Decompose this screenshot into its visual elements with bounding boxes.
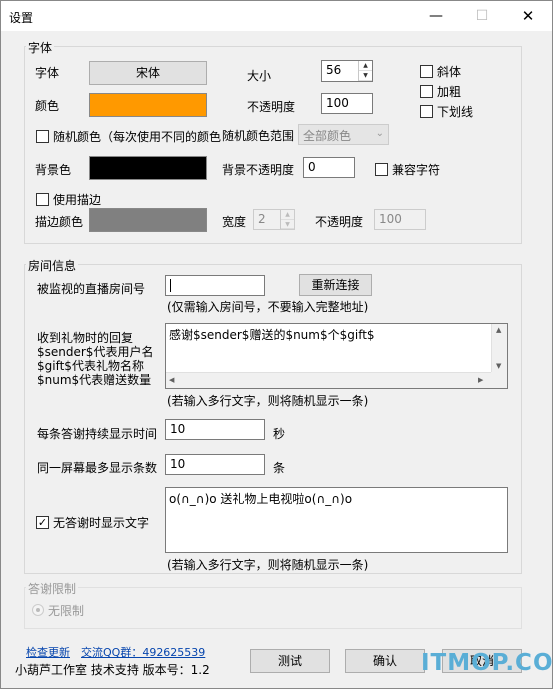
scroll-up-icon[interactable]: ▲ xyxy=(496,326,501,334)
underline-checkbox[interactable] xyxy=(420,105,433,118)
room-id-hint: (仅需输入房间号，不要输入完整地址) xyxy=(167,300,369,314)
font-color-swatch[interactable] xyxy=(89,93,207,117)
duration-label: 每条答谢持续显示时间 xyxy=(37,427,158,441)
text-cursor xyxy=(170,279,171,292)
italic-checkbox[interactable] xyxy=(420,65,433,78)
random-color-checkbox[interactable] xyxy=(36,130,49,143)
gift-reply-label-line: $num$代表赠送数量 xyxy=(37,373,152,387)
font-label: 字体 xyxy=(35,66,60,80)
vertical-scrollbar[interactable]: ▲ ▼ xyxy=(491,324,507,374)
use-stroke-checkbox[interactable] xyxy=(36,193,49,206)
stroke-width-label: 宽度 xyxy=(222,215,247,229)
use-stroke-label: 使用描边 xyxy=(53,193,102,207)
watermark-logo: ITMOP.COM xyxy=(421,650,553,676)
spin-up-icon: ▲ xyxy=(281,210,294,220)
size-stepper[interactable]: 56 ▲ ▼ xyxy=(321,60,373,82)
horizontal-scrollbar[interactable]: ◀ ▶ xyxy=(166,372,491,388)
idle-text-value: o(∩_∩)o 送礼物上电视啦o(∩_∩)o xyxy=(169,492,353,506)
stroke-opacity-label: 不透明度 xyxy=(315,215,364,229)
test-button[interactable]: 测试 xyxy=(250,649,330,673)
close-icon[interactable]: ✕ xyxy=(505,1,551,31)
idle-text-checkbox[interactable]: ✓ xyxy=(36,516,49,529)
duration-unit: 秒 xyxy=(273,427,286,441)
unlimited-radio xyxy=(32,604,44,616)
spin-up-icon[interactable]: ▲ xyxy=(359,61,372,71)
stroke-width-stepper: 2 ▲ ▼ xyxy=(253,209,295,230)
gift-reply-textarea[interactable]: 感谢$sender$赠送的$num$个$gift$ ▲ ▼ ◀ ▶ xyxy=(165,323,508,389)
stroke-color-label: 描边颜色 xyxy=(35,215,84,229)
compat-chars-checkbox[interactable] xyxy=(375,163,388,176)
gift-reply-label-line: $sender$代表用户名 xyxy=(37,345,154,359)
random-color-label: 随机颜色（每次使用不同的颜色 xyxy=(53,130,222,144)
gift-reply-label-line: $gift$代表礼物名称 xyxy=(37,359,144,373)
random-range-select: 全部颜色 ⌄ xyxy=(298,124,389,145)
minimize-icon[interactable]: — xyxy=(413,1,459,31)
support-text: 小葫芦工作室 技术支持 版本号：1.2 xyxy=(15,663,210,677)
bg-color-swatch[interactable] xyxy=(89,156,207,180)
compat-chars-label: 兼容字符 xyxy=(392,163,441,177)
ok-button[interactable]: 确认 xyxy=(345,649,425,673)
room-id-input[interactable] xyxy=(165,275,265,296)
bg-opacity-label: 背景不透明度 xyxy=(222,163,295,177)
underline-label: 下划线 xyxy=(437,105,474,119)
room-group-label: 房间信息 xyxy=(26,257,79,274)
size-label: 大小 xyxy=(247,69,272,83)
maximize-icon: ☐ xyxy=(475,8,489,24)
size-spin[interactable]: ▲ ▼ xyxy=(358,61,372,81)
scroll-right-icon[interactable]: ▶ xyxy=(478,376,483,384)
stroke-color-swatch[interactable] xyxy=(89,208,207,232)
window-title: 设置 xyxy=(9,11,34,25)
unlimited-label: 无限制 xyxy=(48,604,85,618)
scroll-left-icon[interactable]: ◀ xyxy=(169,376,174,384)
stroke-width-spin: ▲ ▼ xyxy=(280,210,294,229)
max-count-input[interactable]: 10 xyxy=(165,454,265,475)
opacity-label: 不透明度 xyxy=(247,100,296,114)
color-label: 颜色 xyxy=(35,99,60,113)
duration-input[interactable]: 10 xyxy=(165,419,265,440)
idle-text-textarea[interactable]: o(∩_∩)o 送礼物上电视啦o(∩_∩)o xyxy=(165,487,508,553)
gift-reply-label: 收到礼物时的回复 $sender$代表用户名 $gift$代表礼物名称 $num… xyxy=(37,331,153,387)
bold-label: 加粗 xyxy=(437,85,462,99)
scroll-down-icon[interactable]: ▼ xyxy=(496,362,501,370)
check-update-link[interactable]: 检查更新 xyxy=(26,644,70,660)
scrollbar-corner xyxy=(491,372,507,388)
settings-window: 设置 — ☐ ✕ 字体 字体 宋体 大小 56 ▲ ▼ 斜体 加粗 下划线 颜色… xyxy=(0,0,553,689)
italic-label: 斜体 xyxy=(437,65,462,79)
bold-checkbox[interactable] xyxy=(420,85,433,98)
gift-reply-text: 感谢$sender$赠送的$num$个$gift$ xyxy=(169,328,375,342)
stroke-width-value: 2 xyxy=(258,212,266,226)
max-count-label: 同一屏幕最多显示条数 xyxy=(37,461,158,475)
title-bar: 设置 — ☐ ✕ xyxy=(1,1,552,31)
idle-text-label: 无答谢时显示文字 xyxy=(53,516,150,530)
random-range-label: 随机颜色范围 xyxy=(222,129,295,143)
bg-opacity-input[interactable]: 0 xyxy=(303,157,355,178)
limit-group-label: 答谢限制 xyxy=(26,580,79,597)
max-count-unit: 条 xyxy=(273,461,286,475)
gift-reply-label-line: 收到礼物时的回复 xyxy=(37,331,134,345)
font-group-label: 字体 xyxy=(26,39,55,56)
opacity-input[interactable]: 100 xyxy=(321,93,373,114)
qq-group-link[interactable]: 交流QQ群：492625539 xyxy=(81,644,205,660)
spin-down-icon[interactable]: ▼ xyxy=(359,71,372,81)
reconnect-button[interactable]: 重新连接 xyxy=(299,274,372,296)
limit-group-box xyxy=(24,587,522,629)
multiline-hint: (若输入多行文字，则将随机显示一条) xyxy=(167,558,369,572)
multiline-hint: (若输入多行文字，则将随机显示一条) xyxy=(167,394,369,408)
bg-color-label: 背景色 xyxy=(35,163,72,177)
font-select-button[interactable]: 宋体 xyxy=(89,61,207,85)
room-id-label: 被监视的直播房间号 xyxy=(37,282,146,296)
stroke-opacity-input: 100 xyxy=(374,209,426,230)
spin-down-icon: ▼ xyxy=(281,220,294,229)
chevron-down-icon: ⌄ xyxy=(375,128,384,139)
random-range-value: 全部颜色 xyxy=(303,129,352,143)
size-value: 56 xyxy=(326,63,342,77)
